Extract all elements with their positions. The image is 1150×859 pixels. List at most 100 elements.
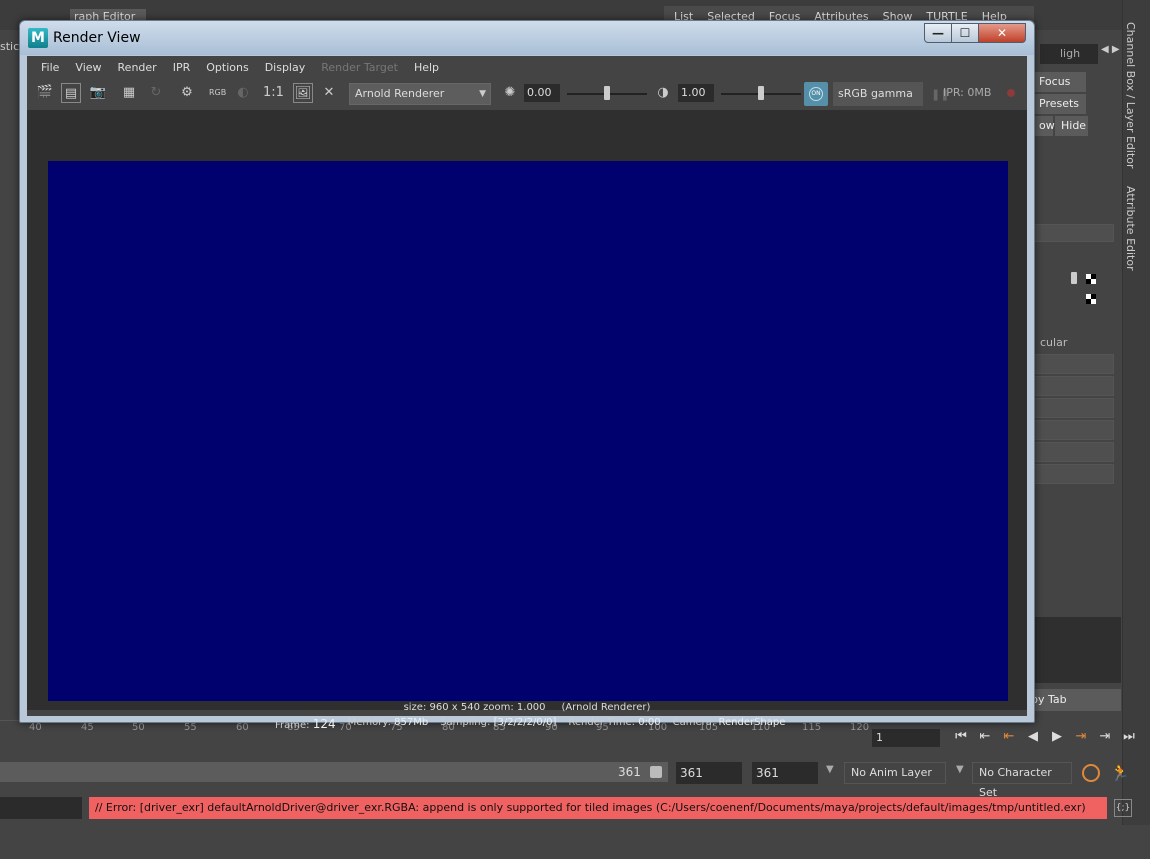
render-view-viewport[interactable] <box>27 110 1027 710</box>
attribute-search-field[interactable]: ligh <box>1040 44 1098 64</box>
camera-value: RenderShape <box>718 717 786 728</box>
view-transform-select[interactable]: sRGB gamma <box>833 82 923 106</box>
attribute-slider-thumb[interactable] <box>1071 272 1077 284</box>
range-slider-handle[interactable] <box>650 766 662 778</box>
menu-help[interactable]: Help <box>406 58 447 78</box>
channel-box-tab[interactable]: Channel Box / Layer Editor <box>1124 22 1137 169</box>
ipr-render-icon[interactable]: ▦ <box>119 83 139 103</box>
menu-file[interactable]: File <box>33 58 67 78</box>
texture-map-icon[interactable] <box>1086 294 1096 304</box>
attribute-field[interactable] <box>1033 376 1114 396</box>
sampling-value: [3/2/2/2/0/0] <box>493 717 557 728</box>
exposure-icon: ✺ <box>504 85 516 100</box>
menu-render-target: Render Target <box>321 61 398 74</box>
attribute-nav-arrows[interactable]: ◀ ▶ <box>1101 44 1120 55</box>
exposure-slider-thumb[interactable] <box>604 86 610 100</box>
timeline-tick: 55 <box>184 722 197 733</box>
redo-render-icon[interactable]: 🎬 <box>35 83 55 103</box>
snapshot-icon[interactable]: 📷 <box>88 83 108 103</box>
image-size-label: size: 960 x 540 zoom: 1.000 <box>403 702 546 713</box>
playback-end-field[interactable]: 361 <box>752 762 818 784</box>
render-view-window: M Render View — ☐ ✕ File View Render IPR… <box>19 20 1035 731</box>
timeline-tick: 40 <box>29 722 42 733</box>
render-time-value: 0:00 <box>638 717 661 728</box>
close-button[interactable]: ✕ <box>978 23 1026 43</box>
left-panel <box>0 30 20 720</box>
hide-button[interactable]: Hide <box>1055 116 1088 136</box>
go-to-end-icon[interactable]: ⏭ <box>1118 726 1140 748</box>
timeline-tick: 60 <box>236 722 249 733</box>
playback-controls: ⏮ ⇤ ⇤ ◀ ▶ ⇥ ⇥ ⏭ <box>950 726 1140 748</box>
window-title: Render View <box>53 30 141 46</box>
maya-app-icon: M <box>28 28 48 48</box>
attribute-field[interactable] <box>1033 442 1114 462</box>
range-slider[interactable] <box>0 762 668 782</box>
minimize-button[interactable]: — <box>924 23 952 43</box>
attribute-preview-area <box>1033 617 1121 683</box>
image-info-line: size: 960 x 540 zoom: 1.000 (Arnold Rend… <box>27 702 1027 713</box>
prev-key-icon[interactable]: ⇤ <box>998 726 1020 748</box>
renderer-info-label: (Arnold Renderer) <box>561 702 651 713</box>
focus-button[interactable]: Focus <box>1033 72 1086 92</box>
go-to-start-icon[interactable]: ⏮ <box>950 726 972 748</box>
play-forward-icon[interactable]: ▶ <box>1046 726 1068 748</box>
step-back-key-icon[interactable]: ⇤ <box>974 726 996 748</box>
gamma-slider-thumb[interactable] <box>758 86 764 100</box>
script-editor-icon[interactable]: {;} <box>1114 799 1132 817</box>
keep-image-icon[interactable]: 🖼 <box>293 83 313 103</box>
next-key-icon[interactable]: ⇥ <box>1070 726 1092 748</box>
character-set-select[interactable]: No Character Set <box>972 762 1072 799</box>
window-controls: — ☐ ✕ <box>924 23 1026 43</box>
color-management-toggle[interactable]: ON <box>804 82 828 106</box>
menu-view[interactable]: View <box>67 58 109 78</box>
chevron-down-icon: ▼ <box>479 89 486 99</box>
texture-map-icon[interactable] <box>1086 274 1096 284</box>
auto-key-icon[interactable] <box>1082 764 1100 782</box>
run-man-icon[interactable]: 🏃 <box>1110 763 1130 782</box>
attribute-field[interactable] <box>1033 398 1114 418</box>
render-view-titlebar[interactable]: M Render View — ☐ ✕ <box>20 21 1034 55</box>
alpha-channel-icon[interactable]: ◐ <box>233 83 253 103</box>
show-button[interactable]: ow <box>1033 116 1055 136</box>
anim-layer-dropdown-icon[interactable]: ▼ <box>826 764 834 775</box>
renderer-select-label: Arnold Renderer <box>355 87 445 100</box>
anim-layer-select[interactable]: No Anim Layer <box>844 762 946 784</box>
render-time-label: Render Time: <box>568 717 636 728</box>
timeline-tick: 120 <box>850 722 870 733</box>
anim-end-field[interactable]: 361 <box>676 762 742 784</box>
menu-render[interactable]: Render <box>110 58 165 78</box>
render-view-toolbar: 🎬 ▤ 📷 ▦ ↻ ⚙ RGB ◐ 1:1 🖼 ✕ Arnold Rendere… <box>27 80 1027 106</box>
sampling-label: Sampling: <box>440 717 491 728</box>
real-size-button[interactable]: 1:1 <box>263 83 284 103</box>
gamma-field[interactable]: 1.00 <box>678 84 714 102</box>
stop-ipr-icon[interactable] <box>1007 89 1015 97</box>
render-region-icon[interactable]: ▤ <box>61 83 81 103</box>
camera-label: Camera: <box>672 717 716 728</box>
current-frame-field[interactable]: 1 <box>872 729 940 747</box>
play-backward-icon[interactable]: ◀ <box>1022 726 1044 748</box>
refresh-ipr-icon[interactable]: ↻ <box>146 83 166 103</box>
attribute-field[interactable] <box>1033 420 1114 440</box>
maximize-button[interactable]: ☐ <box>951 23 979 43</box>
command-input[interactable] <box>0 797 82 819</box>
renderer-select[interactable]: Arnold Renderer ▼ <box>349 83 491 105</box>
copy-tab-button[interactable]: py Tab <box>1025 689 1121 711</box>
exposure-field[interactable]: 0.00 <box>524 84 560 102</box>
ipr-memory-label: IPR: 0MB <box>943 86 992 99</box>
attribute-editor-tab[interactable]: Attribute Editor <box>1124 186 1137 271</box>
menu-display[interactable]: Display <box>257 58 314 78</box>
menu-ipr[interactable]: IPR <box>165 58 199 78</box>
presets-button[interactable]: Presets <box>1033 94 1086 114</box>
rgb-channel-toggle[interactable]: RGB <box>209 83 226 103</box>
render-view-menubar: File View Render IPR Options Display Ren… <box>27 58 447 78</box>
step-forward-key-icon[interactable]: ⇥ <box>1094 726 1116 748</box>
memory-value: 857Mb <box>394 717 429 728</box>
attribute-field[interactable] <box>1033 464 1114 484</box>
attribute-field[interactable] <box>1033 224 1114 242</box>
render-settings-icon[interactable]: ⚙ <box>177 83 197 103</box>
attribute-field[interactable] <box>1033 354 1114 374</box>
help-line <box>0 825 1150 859</box>
character-set-dropdown-icon[interactable]: ▼ <box>956 764 964 775</box>
menu-options[interactable]: Options <box>198 58 256 78</box>
remove-image-icon[interactable]: ✕ <box>319 83 339 103</box>
